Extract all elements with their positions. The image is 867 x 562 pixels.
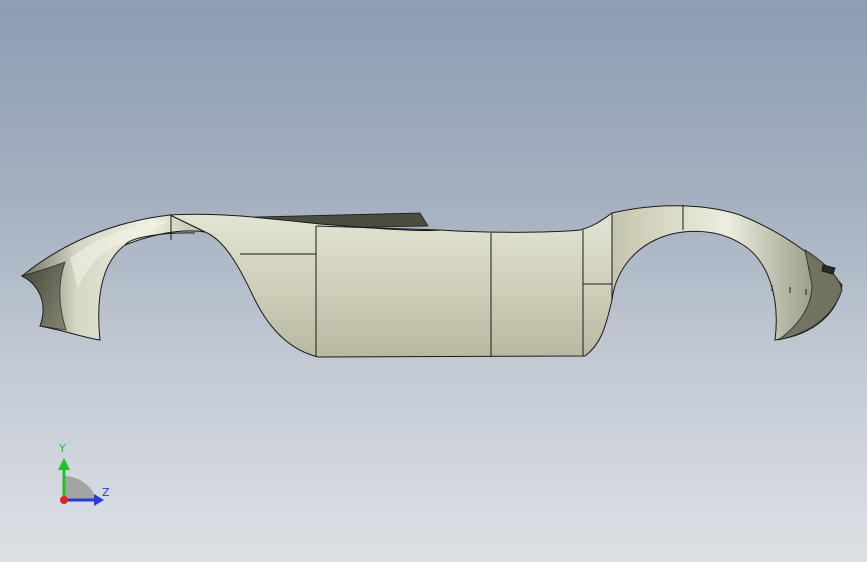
triad-plane-arc <box>64 476 96 500</box>
y-axis-label: Y <box>59 442 66 455</box>
car-body-model[interactable] <box>0 0 867 562</box>
z-axis-label: Z <box>102 486 110 499</box>
x-axis-dot-icon <box>60 496 68 504</box>
body-side-panel <box>168 212 613 358</box>
graphics-viewport[interactable]: Y Z <box>0 0 867 562</box>
y-axis-arrow-icon <box>58 458 70 470</box>
orientation-triad[interactable] <box>40 436 130 516</box>
